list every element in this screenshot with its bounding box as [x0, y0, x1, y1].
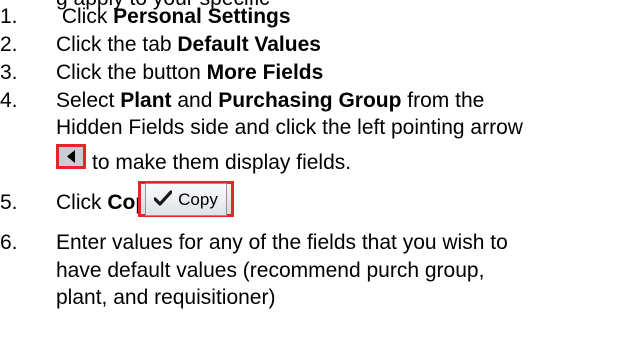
step-text: plant, and requisitioner): [56, 286, 276, 309]
step-keyword: Personal Settings: [113, 5, 291, 28]
left-arrow-icon[interactable]: [56, 144, 86, 169]
step-text: Hidden Fields side and click the left po…: [56, 116, 523, 139]
step-number: 4.: [0, 89, 18, 112]
step-keyword: More Fields: [206, 61, 324, 84]
step-keyword: Default Values: [177, 33, 321, 56]
step-number: 1.: [0, 5, 18, 28]
copy-button-label: Copy: [178, 189, 218, 209]
step-text: Enter values for any of the fields that …: [56, 231, 508, 254]
step-text: to make them display fields.: [92, 151, 352, 174]
step-number: 5.: [0, 191, 18, 214]
copy-button[interactable]: Copy: [138, 181, 234, 217]
step-text: have default values (recommend purch gro…: [56, 259, 485, 282]
step-keyword: Purchasing Group: [218, 89, 402, 112]
step-keyword: Plant: [120, 89, 172, 112]
step-number: 6.: [0, 231, 18, 254]
instruction-page: g apply to your specific 1. Click Person…: [0, 0, 626, 345]
step-number: 2.: [0, 33, 18, 56]
step-text: Click the tab: [56, 33, 178, 56]
step-text: Click: [56, 5, 114, 28]
step-number: 3.: [0, 61, 18, 84]
step-text: Click the button: [56, 61, 207, 84]
checkmark-icon: [153, 187, 173, 212]
